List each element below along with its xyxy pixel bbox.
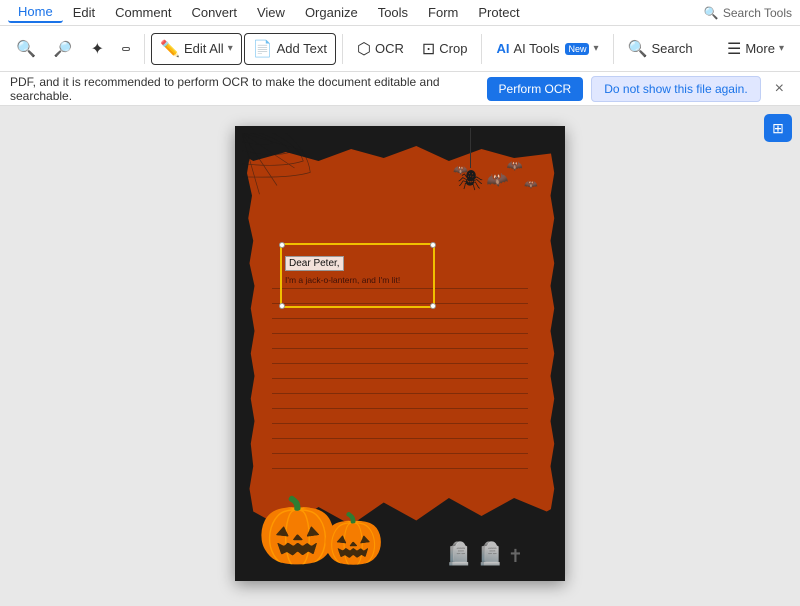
crop-icon: ⊡ [422, 39, 435, 59]
edit-dropdown-arrow: ▾ [228, 43, 233, 54]
zoom-in-button[interactable]: 🔎 [46, 35, 81, 63]
pdf-line-11 [272, 438, 528, 439]
zoom-in-icon: 🔎 [54, 40, 73, 58]
divider-2 [342, 34, 343, 64]
pdf-line-3 [272, 318, 528, 319]
close-notification-button[interactable]: × [769, 78, 790, 100]
page-panel-button[interactable]: ⊞ [764, 114, 792, 142]
more-dropdown-arrow: ▾ [779, 43, 784, 54]
select-button[interactable]: ✦ [83, 34, 112, 64]
search-tools-label: Search Tools [723, 6, 792, 20]
ai-new-badge: New [565, 43, 589, 55]
pdf-line-6 [272, 363, 528, 364]
menu-edit[interactable]: Edit [63, 3, 105, 22]
search-label: Search [651, 41, 692, 56]
more-icon: ☰ [727, 39, 741, 59]
ai-tools-icon: AI [496, 41, 509, 56]
search-button[interactable]: 🔍 Search [620, 34, 701, 64]
menu-comment[interactable]: Comment [105, 3, 181, 22]
pdf-line-9 [272, 408, 528, 409]
tombstone-2: 🪦 [477, 541, 504, 567]
lines-area [272, 288, 528, 479]
ai-tools-label: AI Tools [513, 41, 559, 56]
search-icon: 🔍 [704, 6, 719, 20]
page-panel-icon: ⊞ [772, 120, 784, 137]
spider-thread [470, 128, 471, 168]
edit-all-label: Edit All [184, 41, 224, 56]
tombstone-area: 🪦 🪦 ✝ [445, 541, 523, 567]
add-text-button[interactable]: 📄 Add Text [244, 33, 336, 65]
zoom-out-button[interactable]: 🔍 [8, 34, 44, 64]
ocr-label: OCR [375, 41, 404, 56]
crop-label: Crop [439, 41, 467, 56]
handle-bottom-left [279, 303, 285, 309]
ai-tools-button[interactable]: AI AI Tools New ▾ [488, 36, 606, 61]
rect-icon [122, 47, 130, 51]
notification-bar: PDF, and it is recommended to perform OC… [0, 72, 800, 106]
edit-icon: ✏️ [160, 39, 180, 59]
pdf-line-5 [272, 348, 528, 349]
menu-convert[interactable]: Convert [181, 3, 247, 22]
body-text: I'm a jack-o-lantern, and I'm lit! [285, 275, 400, 285]
pumpkin-right: 🎃 [322, 510, 384, 569]
menu-bar: Home Edit Comment Convert View Organize … [0, 0, 800, 26]
main-content: ⊞ 🦇 [0, 106, 800, 606]
search-tools-area: 🔍 Search Tools [704, 6, 792, 20]
pdf-line-8 [272, 393, 528, 394]
cross-decoration: ✝ [508, 546, 523, 567]
rect-button[interactable] [114, 42, 138, 56]
menu-form[interactable]: Form [418, 3, 468, 22]
ocr-icon: ⬡ [357, 39, 371, 59]
handle-top-right [430, 242, 436, 248]
menu-organize[interactable]: Organize [295, 3, 368, 22]
add-text-label: Add Text [277, 41, 327, 56]
pdf-document: 🦇 🦇 🦇 🦇 🕷 [235, 126, 565, 581]
crop-button[interactable]: ⊡ Crop [414, 34, 476, 64]
zoom-out-icon: 🔍 [16, 39, 36, 59]
spider-decoration: 🕷 [458, 128, 483, 193]
spider-icon: 🕷 [458, 168, 483, 193]
bat-decoration-2: 🦇 [507, 158, 523, 174]
spiderweb-decoration [242, 133, 312, 203]
ocr-button[interactable]: ⬡ OCR [349, 34, 412, 64]
pdf-line-10 [272, 423, 528, 424]
toolbar: 🔍 🔎 ✦ ✏️ Edit All ▾ 📄 Add Text ⬡ OCR ⊡ C… [0, 26, 800, 72]
handle-bottom-right [430, 303, 436, 309]
select-icon: ✦ [91, 39, 104, 59]
handle-top-left [279, 242, 285, 248]
menu-view[interactable]: View [247, 3, 295, 22]
pdf-line-4 [272, 333, 528, 334]
pdf-line-12 [272, 453, 528, 454]
ai-dropdown-arrow: ▾ [593, 43, 598, 54]
text-content-area: Dear Peter, I'm a jack-o-lantern, and I'… [285, 253, 400, 285]
divider-3 [481, 34, 482, 64]
pdf-line-13 [272, 468, 528, 469]
bat-decoration-1: 🦇 [484, 168, 510, 193]
dont-show-button[interactable]: Do not show this file again. [591, 76, 760, 102]
menu-protect[interactable]: Protect [468, 3, 529, 22]
more-label: More [745, 41, 775, 56]
bat-decoration-3: 🦇 [524, 178, 538, 191]
tombstone-1: 🪦 [445, 541, 472, 567]
more-button[interactable]: ☰ More ▾ [719, 34, 792, 64]
add-text-icon: 📄 [253, 39, 273, 59]
divider-1 [144, 34, 145, 64]
notification-text: PDF, and it is recommended to perform OC… [10, 75, 479, 103]
search-toolbar-icon: 🔍 [628, 39, 648, 59]
divider-4 [613, 34, 614, 64]
edit-all-button[interactable]: ✏️ Edit All ▾ [151, 33, 242, 65]
perform-ocr-button[interactable]: Perform OCR [487, 77, 584, 101]
menu-home[interactable]: Home [8, 2, 63, 23]
dear-peter-text[interactable]: Dear Peter, [285, 256, 344, 271]
pdf-line-7 [272, 378, 528, 379]
menu-tools[interactable]: Tools [368, 3, 418, 22]
